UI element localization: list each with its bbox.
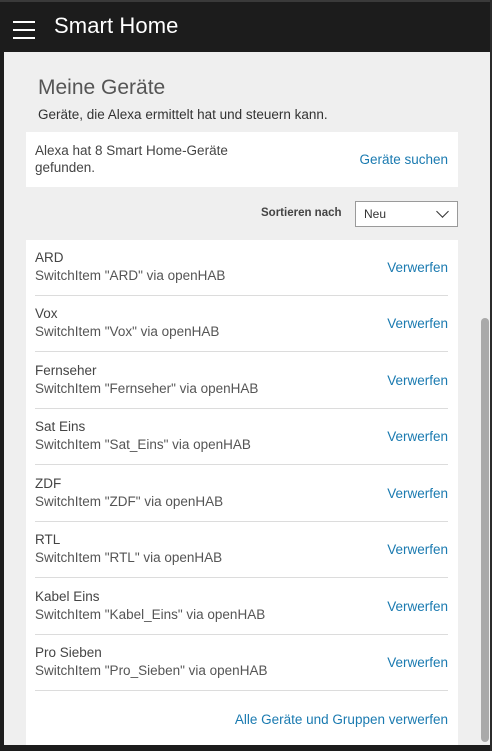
app-header: Smart Home [0, 0, 490, 52]
search-devices-link[interactable]: Geräte suchen [359, 152, 448, 167]
hamburger-menu-icon[interactable] [13, 21, 35, 39]
app-title: Smart Home [54, 13, 179, 38]
device-row: Fernseher SwitchItem "Fernseher" via ope… [35, 353, 448, 409]
app-window: Smart Home Meine Geräte Geräte, die Alex… [0, 0, 490, 751]
discard-device-button[interactable]: Verwerfen [387, 316, 448, 331]
device-name: Pro Sieben [35, 645, 102, 660]
device-name: Kabel Eins [35, 589, 100, 604]
sort-select[interactable]: Neu [355, 201, 458, 227]
device-row: Vox SwitchItem "Vox" via openHAB Verwerf… [35, 296, 448, 352]
device-row: ZDF SwitchItem "ZDF" via openHAB Verwerf… [35, 466, 448, 522]
device-row: Pro Sieben SwitchItem "Pro_Sieben" via o… [35, 635, 448, 691]
device-description: SwitchItem "Kabel_Eins" via openHAB [35, 607, 266, 622]
device-row: ARD SwitchItem "ARD" via openHAB Verwerf… [35, 240, 448, 296]
device-name: Vox [35, 306, 58, 321]
device-description: SwitchItem "Vox" via openHAB [35, 324, 220, 339]
page-title: Meine Geräte [38, 76, 166, 99]
devices-found-card: Alexa hat 8 Smart Home-Geräte gefunden. … [26, 132, 458, 187]
main-content: Meine Geräte Geräte, die Alexa ermittelt… [4, 52, 480, 745]
discard-device-button[interactable]: Verwerfen [387, 655, 448, 670]
device-description: SwitchItem "Sat_Eins" via openHAB [35, 437, 251, 452]
device-row: Kabel Eins SwitchItem "Kabel_Eins" via o… [35, 579, 448, 635]
device-name: Fernseher [35, 363, 97, 378]
window-bottom-bar [0, 745, 490, 751]
device-description: SwitchItem "Pro_Sieben" via openHAB [35, 663, 268, 678]
device-row: Sat Eins SwitchItem "Sat_Eins" via openH… [35, 409, 448, 465]
discard-device-button[interactable]: Verwerfen [387, 373, 448, 388]
device-name: ZDF [35, 476, 62, 491]
scrollbar-thumb[interactable] [481, 318, 489, 742]
discard-device-button[interactable]: Verwerfen [387, 260, 448, 275]
sort-row: Sortieren nach Neu [4, 201, 480, 227]
discard-all-button[interactable]: Alle Geräte und Gruppen verwerfen [235, 712, 448, 727]
page-subtitle: Geräte, die Alexa ermittelt hat und steu… [38, 107, 328, 122]
device-description: SwitchItem "ZDF" via openHAB [35, 494, 224, 509]
device-description: SwitchItem "ARD" via openHAB [35, 268, 226, 283]
chevron-down-icon [436, 205, 449, 218]
device-name: Sat Eins [35, 419, 86, 434]
discard-device-button[interactable]: Verwerfen [387, 486, 448, 501]
device-list: ARD SwitchItem "ARD" via openHAB Verwerf… [26, 240, 458, 745]
sort-value: Neu [364, 207, 387, 221]
discard-device-button[interactable]: Verwerfen [387, 542, 448, 557]
device-name: RTL [35, 532, 61, 547]
discard-device-button[interactable]: Verwerfen [387, 429, 448, 444]
sort-label: Sortieren nach [261, 207, 342, 219]
scrollbar[interactable] [480, 52, 490, 745]
devices-found-text: Alexa hat 8 Smart Home-Geräte gefunden. [35, 143, 228, 175]
device-name: ARD [35, 250, 64, 265]
device-description: SwitchItem "RTL" via openHAB [35, 550, 223, 565]
device-description: SwitchItem "Fernseher" via openHAB [35, 381, 259, 396]
discard-device-button[interactable]: Verwerfen [387, 599, 448, 614]
device-row: RTL SwitchItem "RTL" via openHAB Verwerf… [35, 522, 448, 578]
